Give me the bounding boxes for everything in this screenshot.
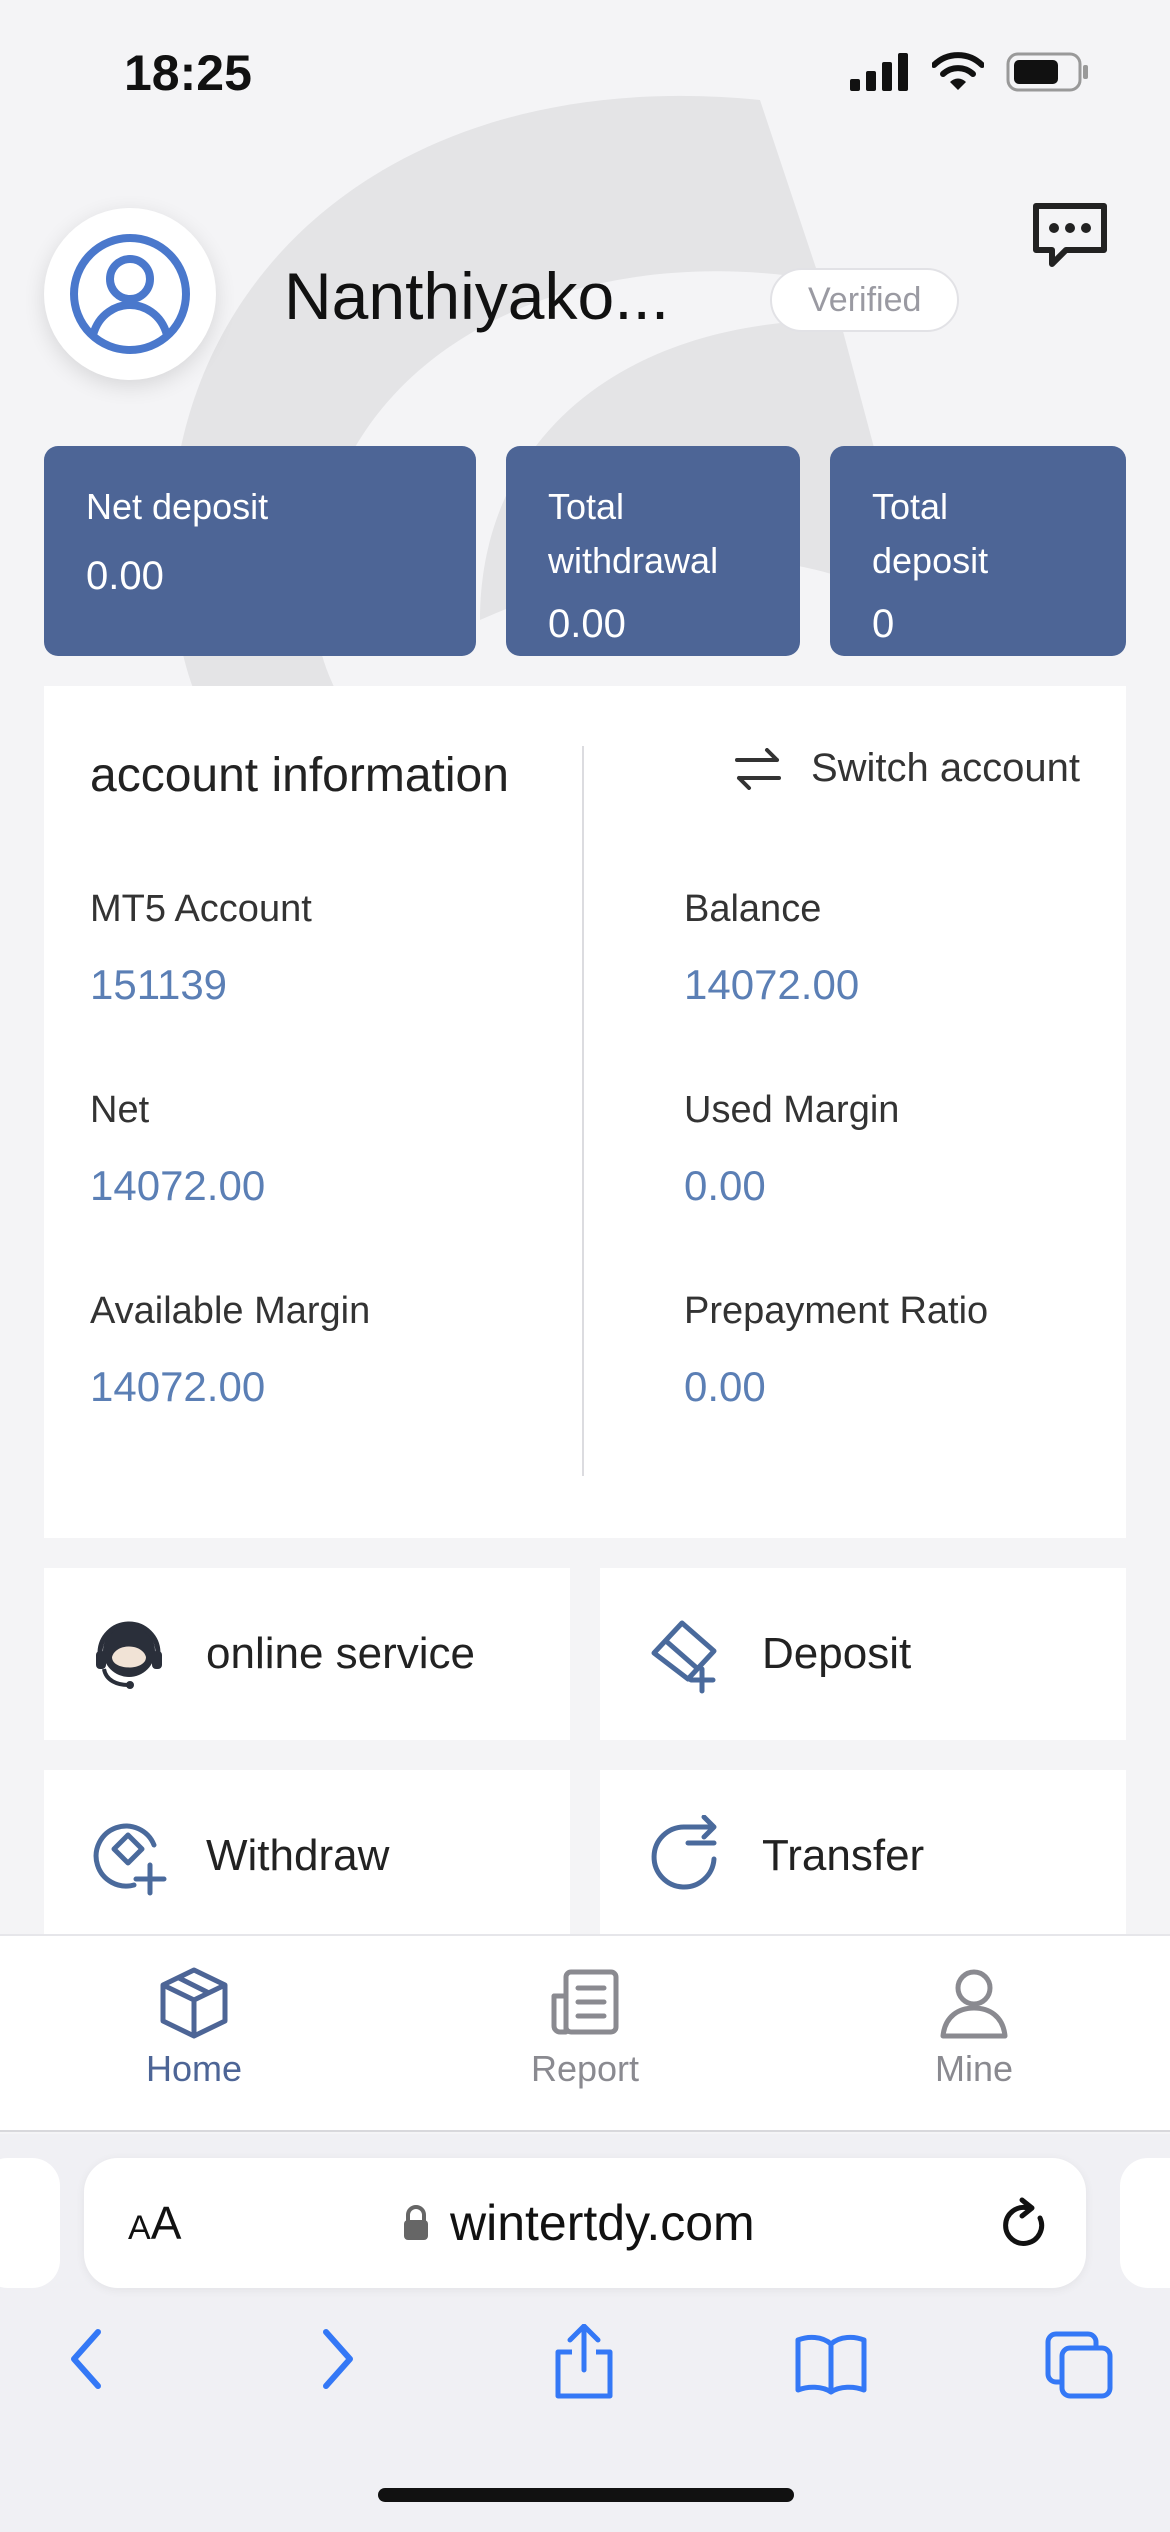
bookmarks-button[interactable] xyxy=(794,2332,868,2401)
field-label: Available Margin xyxy=(90,1290,371,1332)
url-text: wintertdy.com xyxy=(450,2195,755,2251)
field-value: 14072.00 xyxy=(90,1162,266,1209)
stat-label: Total withdrawal xyxy=(548,486,719,581)
panel-title: account information xyxy=(90,749,509,802)
field-available-margin: Available Margin 14072.00 xyxy=(90,1290,370,1411)
bottom-tab-bar: Home Report Mine xyxy=(0,1934,1170,2132)
next-tab-preview[interactable] xyxy=(1120,2158,1170,2288)
battery-icon xyxy=(1006,52,1088,92)
message-button[interactable] xyxy=(1030,200,1110,270)
wifi-icon xyxy=(932,52,984,90)
field-value: 14072.00 xyxy=(684,961,860,1008)
chevron-right-icon xyxy=(323,2329,353,2389)
withdraw-button[interactable]: Withdraw xyxy=(44,1770,570,1942)
tab-label: Mine xyxy=(934,2048,1014,2089)
deposit-button[interactable]: Deposit xyxy=(600,1568,1126,1740)
back-button[interactable] xyxy=(66,2324,106,2399)
field-mt5-account: MT5 Account 151139 xyxy=(90,888,312,1009)
share-button[interactable] xyxy=(552,2323,616,2405)
switch-account-label: Switch account xyxy=(810,746,1080,790)
swap-arrows-icon xyxy=(734,747,781,790)
field-value: 151139 xyxy=(90,961,228,1008)
avatar[interactable] xyxy=(44,208,216,380)
field-value: 14072.00 xyxy=(90,1363,266,1410)
address-bar[interactable]: AA wintertdy.com xyxy=(84,2158,1086,2288)
tabs-icon xyxy=(1045,2331,1113,2399)
tab-label: Report xyxy=(530,2048,640,2089)
reader-settings-button[interactable]: AA xyxy=(128,2196,181,2250)
account-information-panel: account information Switch account MT5 A… xyxy=(44,686,1126,1538)
chat-bubble-icon xyxy=(1033,203,1107,267)
share-icon xyxy=(555,2323,613,2399)
stat-card-total-deposit: Total deposit 0 xyxy=(830,446,1126,656)
tabs-button[interactable] xyxy=(1044,2330,1114,2405)
stat-value: 0.00 xyxy=(86,554,164,598)
chevron-left-icon xyxy=(71,2329,101,2389)
tab-label: Home xyxy=(145,2048,243,2089)
field-label: Prepayment Ratio xyxy=(684,1290,989,1332)
previous-tab-preview[interactable] xyxy=(0,2158,60,2288)
tile-label: Withdraw xyxy=(206,1831,390,1880)
field-net: Net 14072.00 xyxy=(90,1089,265,1210)
switch-account-button[interactable]: Switch account xyxy=(733,746,1080,791)
verified-badge: Verified xyxy=(770,268,960,332)
book-icon xyxy=(795,2334,867,2395)
tab-mine[interactable]: Mine xyxy=(874,1966,1074,2090)
home-indicator xyxy=(378,2488,794,2502)
browser-toolbar: AA wintertdy.com xyxy=(0,2134,1170,2532)
field-label: Net xyxy=(90,1089,150,1131)
withdraw-icon xyxy=(88,1815,170,1897)
tile-label: Transfer xyxy=(762,1831,925,1880)
stat-card-total-withdrawal: Total withdrawal 0.00 xyxy=(506,446,800,656)
status-bar: 18:25 xyxy=(0,0,1170,150)
tab-report[interactable]: Report xyxy=(485,1966,685,2090)
panel-divider xyxy=(582,746,584,1476)
stat-value: 0 xyxy=(872,602,895,646)
stat-value: 0.00 xyxy=(548,602,626,646)
field-balance: Balance 14072.00 xyxy=(684,888,859,1009)
status-time: 18:25 xyxy=(124,45,252,101)
report-icon xyxy=(551,1969,619,2035)
field-value: 0.00 xyxy=(684,1162,766,1209)
tile-label: online service xyxy=(206,1629,476,1678)
status-icons xyxy=(850,52,1090,92)
field-label: Balance xyxy=(684,888,822,930)
forward-button[interactable] xyxy=(318,2324,358,2399)
person-icon xyxy=(940,1969,1008,2039)
field-used-margin: Used Margin 0.00 xyxy=(684,1089,899,1210)
field-label: Used Margin xyxy=(684,1089,900,1131)
stat-label: Net deposit xyxy=(86,486,269,527)
tab-home[interactable]: Home xyxy=(94,1966,294,2090)
transfer-button[interactable]: Transfer xyxy=(600,1770,1126,1942)
field-label: MT5 Account xyxy=(90,888,312,930)
browser-nav-row xyxy=(0,2323,1170,2424)
reload-icon xyxy=(1003,2197,1045,2246)
tile-label: Deposit xyxy=(762,1629,912,1678)
field-prepayment-ratio: Prepayment Ratio 0.00 xyxy=(684,1290,988,1411)
cube-icon xyxy=(160,1967,228,2039)
online-service-button[interactable]: online service xyxy=(44,1568,570,1740)
transfer-icon xyxy=(644,1815,726,1897)
reload-button[interactable] xyxy=(1000,2196,1050,2255)
field-value: 0.00 xyxy=(684,1363,766,1410)
stat-label: Total deposit xyxy=(872,486,989,581)
url-display[interactable]: wintertdy.com xyxy=(402,2194,755,2252)
card-plus-icon xyxy=(644,1613,726,1695)
user-name: Nanthiyako... xyxy=(284,259,670,333)
headset-icon xyxy=(88,1613,170,1695)
stat-card-net-deposit: Net deposit 0.00 xyxy=(44,446,476,656)
user-icon xyxy=(70,234,190,354)
signal-icon xyxy=(850,53,908,91)
lock-icon xyxy=(404,2205,428,2240)
